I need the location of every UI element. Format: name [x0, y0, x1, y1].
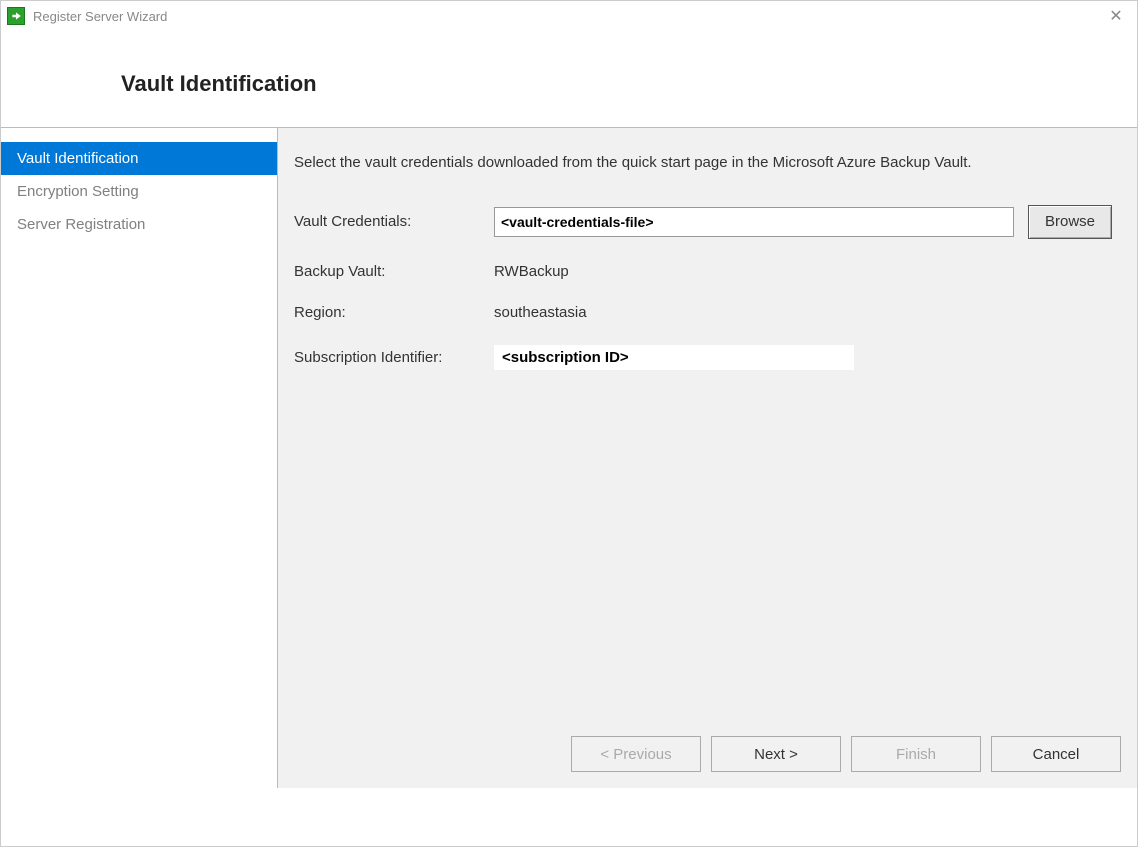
browse-button[interactable]: Browse: [1028, 205, 1112, 239]
titlebar: Register Server Wizard ✕: [1, 1, 1137, 31]
input-vault-credentials[interactable]: [494, 207, 1014, 237]
label-backup-vault: Backup Vault:: [294, 263, 494, 280]
window-title: Register Server Wizard: [33, 9, 1101, 24]
row-subscription: Subscription Identifier: <subscription I…: [294, 345, 1121, 370]
sidebar-item-server-registration[interactable]: Server Registration: [1, 208, 277, 241]
value-region: southeastasia: [494, 304, 587, 321]
cancel-button[interactable]: Cancel: [991, 736, 1121, 772]
sidebar-item-label: Vault Identification: [17, 150, 138, 167]
value-subscription: <subscription ID>: [494, 345, 854, 370]
row-vault-credentials: Vault Credentials: Browse: [294, 205, 1121, 239]
value-backup-vault: RWBackup: [494, 263, 569, 280]
wizard-footer-buttons: < Previous Next > Finish Cancel: [571, 736, 1121, 772]
instruction-text: Select the vault credentials downloaded …: [294, 152, 1094, 175]
page-title: Vault Identification: [121, 71, 1137, 97]
row-backup-vault: Backup Vault: RWBackup: [294, 263, 1121, 280]
sidebar-item-encryption-setting[interactable]: Encryption Setting: [1, 175, 277, 208]
header-area: Vault Identification: [1, 31, 1137, 127]
label-subscription: Subscription Identifier:: [294, 349, 494, 366]
row-region: Region: southeastasia: [294, 304, 1121, 321]
close-icon[interactable]: ✕: [1101, 6, 1131, 26]
label-region: Region:: [294, 304, 494, 321]
main-panel: Select the vault credentials downloaded …: [278, 128, 1137, 788]
label-vault-credentials: Vault Credentials:: [294, 213, 494, 230]
wizard-sidebar: Vault Identification Encryption Setting …: [1, 128, 278, 788]
finish-button: Finish: [851, 736, 981, 772]
sidebar-item-label: Encryption Setting: [17, 183, 139, 200]
sidebar-item-vault-identification[interactable]: Vault Identification: [1, 142, 277, 175]
app-icon: [7, 7, 25, 25]
body-area: Vault Identification Encryption Setting …: [1, 128, 1137, 788]
previous-button: < Previous: [571, 736, 701, 772]
next-button[interactable]: Next >: [711, 736, 841, 772]
sidebar-item-label: Server Registration: [17, 216, 145, 233]
